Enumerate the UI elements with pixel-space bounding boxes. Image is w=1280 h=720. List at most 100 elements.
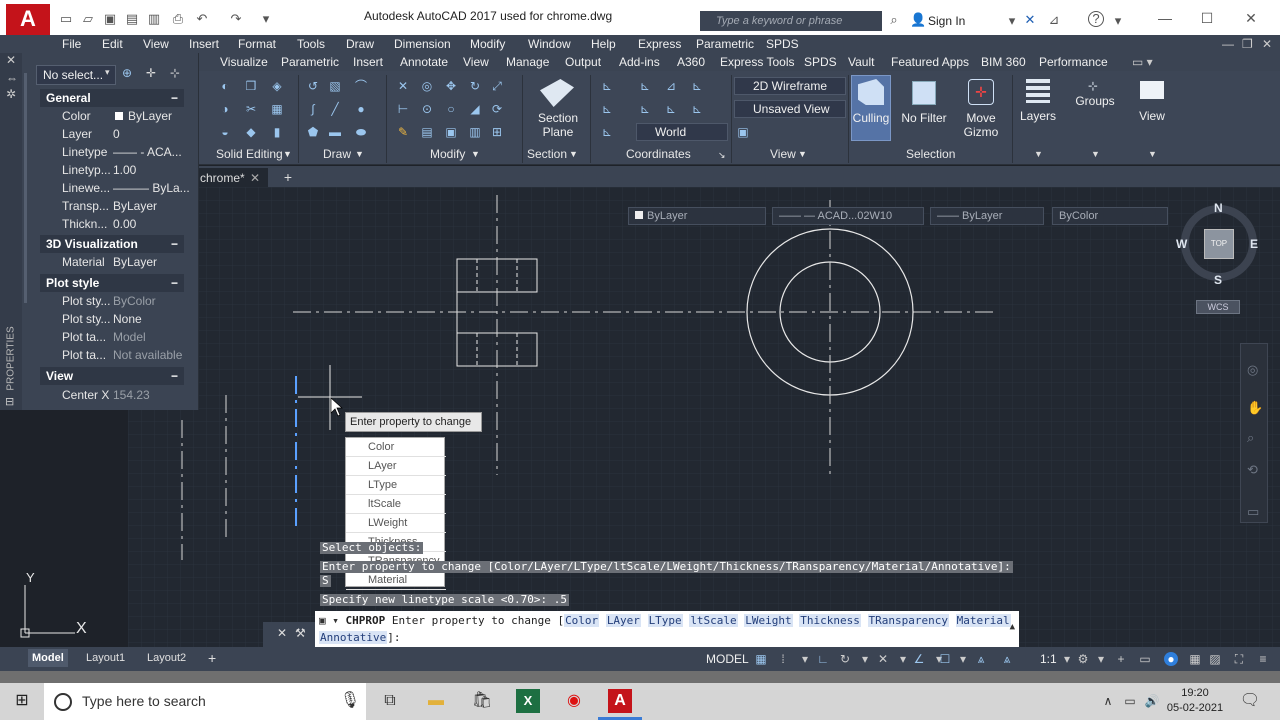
collapse-icon[interactable]: − <box>171 235 178 253</box>
microphone-icon[interactable]: 🎙 <box>338 689 362 713</box>
annotation-scale-dropdown-icon[interactable]: ▾ <box>1060 652 1074 666</box>
palette-menu-icon[interactable]: ⊟ <box>5 395 14 408</box>
palette-settings-icon[interactable]: ✲ <box>6 87 16 101</box>
command-line[interactable]: ▣ ▾ CHPROP Enter property to change [Col… <box>315 611 1019 647</box>
autocad-taskbar-icon[interactable]: A <box>608 689 632 713</box>
property-row[interactable]: Plot sty... None <box>40 310 184 328</box>
taskbar-search-input[interactable]: Type here to search <box>44 683 366 720</box>
wcs-menu[interactable]: WCS <box>1196 300 1240 314</box>
collapse-icon[interactable]: − <box>171 89 178 107</box>
showmotion-icon[interactable]: ▭ <box>1247 504 1259 520</box>
windows-start-icon[interactable]: ⊞ <box>10 689 34 713</box>
isodraft-icon[interactable]: ✕ <box>876 652 890 666</box>
viewcube-top-face[interactable]: TOP <box>1204 229 1234 259</box>
grid-icon[interactable]: ▦ <box>754 652 768 666</box>
collapse-icon[interactable]: − <box>171 367 178 385</box>
tab-layout2[interactable]: Layout2 <box>143 649 190 667</box>
ortho-icon[interactable]: ∟ <box>816 652 830 666</box>
units-icon[interactable]: ▭ <box>1138 652 1152 666</box>
option-layer[interactable]: LAyer <box>346 457 446 476</box>
option-material[interactable]: Material <box>346 571 446 590</box>
command-option-transparency[interactable]: TRansparency <box>867 614 949 627</box>
command-option-annotative[interactable]: Annotative <box>319 631 388 644</box>
command-option-ltscale[interactable]: ltScale <box>689 614 738 627</box>
toggle-pickadd-icon[interactable]: ⊕ <box>122 66 132 80</box>
annotation-scale[interactable]: 1:1 <box>1040 652 1057 666</box>
tab-model[interactable]: Model <box>28 649 68 667</box>
clean-screen-icon[interactable]: ▨ <box>1208 652 1222 666</box>
property-row[interactable]: Plot ta... Not available <box>40 346 184 364</box>
color-property-dropdown[interactable]: ByColor <box>1052 207 1168 225</box>
model-space-toggle[interactable]: MODEL <box>706 652 749 666</box>
network-icon[interactable]: ▭ <box>1118 689 1142 713</box>
customization-icon[interactable]: ≡ <box>1256 652 1270 666</box>
osnap-menu-icon[interactable]: ▾ <box>956 652 970 666</box>
workspace-dropdown-icon[interactable]: ▾ <box>1094 652 1108 666</box>
selection-dropdown[interactable]: No select... <box>36 65 116 85</box>
orbit-icon[interactable]: ⟲ <box>1247 462 1258 478</box>
excel-icon[interactable]: X <box>516 689 540 713</box>
linetype-property-dropdown[interactable]: —— — ACAD...02W10 <box>772 207 924 225</box>
command-customize-icon[interactable]: ⚒ <box>295 626 306 640</box>
command-close-icon[interactable]: ✕ <box>277 626 287 640</box>
snap-icon[interactable]: ⁞ <box>776 652 790 666</box>
command-option-color[interactable]: Color <box>564 614 600 627</box>
command-option-layer[interactable]: LAyer <box>605 614 641 627</box>
auto-scale-icon[interactable]: ⩓ <box>1000 652 1014 666</box>
option-ltype[interactable]: LType <box>346 476 446 495</box>
property-row[interactable]: Plot sty... ByColor <box>40 292 184 310</box>
snap-dropdown-icon[interactable]: ▾ <box>798 652 812 666</box>
viewcube-west[interactable]: W <box>1176 237 1187 251</box>
palette-scrollbar[interactable] <box>24 73 27 303</box>
file-explorer-icon[interactable]: ▬ <box>424 689 448 713</box>
option-lweight[interactable]: LWeight <box>346 514 446 533</box>
property-row[interactable]: Thickn... 0.00 <box>40 215 184 233</box>
isolate-objects-icon[interactable]: ● <box>1164 652 1178 666</box>
property-row[interactable]: Linewe... ——— ByLa... <box>40 179 190 197</box>
property-row[interactable]: Center X 154.23 <box>40 386 184 404</box>
property-row[interactable]: Linetype —— - ACA... <box>40 143 184 161</box>
object-snap-tracking-icon[interactable]: ∠ <box>912 652 926 666</box>
command-option-lweight[interactable]: LWeight <box>744 614 793 627</box>
command-option-material[interactable]: Material <box>955 614 1011 627</box>
property-row[interactable]: Plot ta... Model <box>40 328 184 346</box>
system-clock[interactable]: 19:20 05-02-2021 <box>1155 686 1235 716</box>
tab-layout1[interactable]: Layout1 <box>82 649 129 667</box>
zoom-icon[interactable]: ⌕ <box>1247 430 1254 446</box>
command-recent-icon[interactable]: ▲ <box>1010 619 1015 636</box>
property-row[interactable]: Material ByLayer <box>40 253 184 271</box>
section-view[interactable]: View − <box>40 367 184 385</box>
layer-property-dropdown[interactable]: ByLayer <box>628 207 766 225</box>
notifications-icon[interactable]: 🗨 <box>1238 689 1262 713</box>
isodraft-dropdown-icon[interactable]: ▾ <box>896 652 910 666</box>
command-option-thickness[interactable]: Thickness <box>799 614 861 627</box>
viewcube-north[interactable]: N <box>1214 201 1223 215</box>
steering-wheel-icon[interactable]: ◎ <box>1247 362 1258 378</box>
section-general[interactable]: General − <box>40 89 184 107</box>
fullscreen-icon[interactable]: ⛶ <box>1232 652 1246 666</box>
command-option-ltype[interactable]: LType <box>647 614 683 627</box>
property-row[interactable]: Linetyp... 1.00 <box>40 161 184 179</box>
select-objects-icon[interactable]: ✛ <box>146 66 156 80</box>
hardware-acceleration-icon[interactable]: ▦ <box>1188 652 1202 666</box>
recorder-icon[interactable]: ◉ <box>562 689 586 713</box>
object-snap-icon[interactable]: ☐ <box>938 652 952 666</box>
property-row[interactable]: Color ByLayer <box>40 107 184 125</box>
section-3d-visualization[interactable]: 3D Visualization − <box>40 235 184 253</box>
pan-icon[interactable]: ✋ <box>1247 400 1263 416</box>
property-row[interactable]: Transp... ByLayer <box>40 197 184 215</box>
add-layout-icon[interactable]: + <box>204 649 220 667</box>
command-history-icon[interactable]: ▣ ▾ <box>319 614 339 627</box>
workspace-gear-icon[interactable]: ⚙ <box>1076 652 1090 666</box>
selection-dropdown-arrow-icon[interactable]: ▾ <box>105 67 110 78</box>
option-color[interactable]: Color <box>346 438 446 457</box>
palette-close-icon[interactable]: ✕ <box>6 53 16 67</box>
polar-dropdown-icon[interactable]: ▾ <box>858 652 872 666</box>
task-view-icon[interactable]: ⧉ <box>378 689 402 713</box>
option-ltscale[interactable]: ltScale <box>346 495 446 514</box>
lineweight-property-dropdown[interactable]: —— ByLayer <box>930 207 1044 225</box>
quick-select-icon[interactable]: ⊹ <box>170 66 180 80</box>
command-line-grip[interactable]: ✕ ⚒ <box>263 622 315 647</box>
section-plot-style[interactable]: Plot style − <box>40 274 184 292</box>
palette-autohide-icon[interactable]: ⇔ <box>6 71 18 85</box>
